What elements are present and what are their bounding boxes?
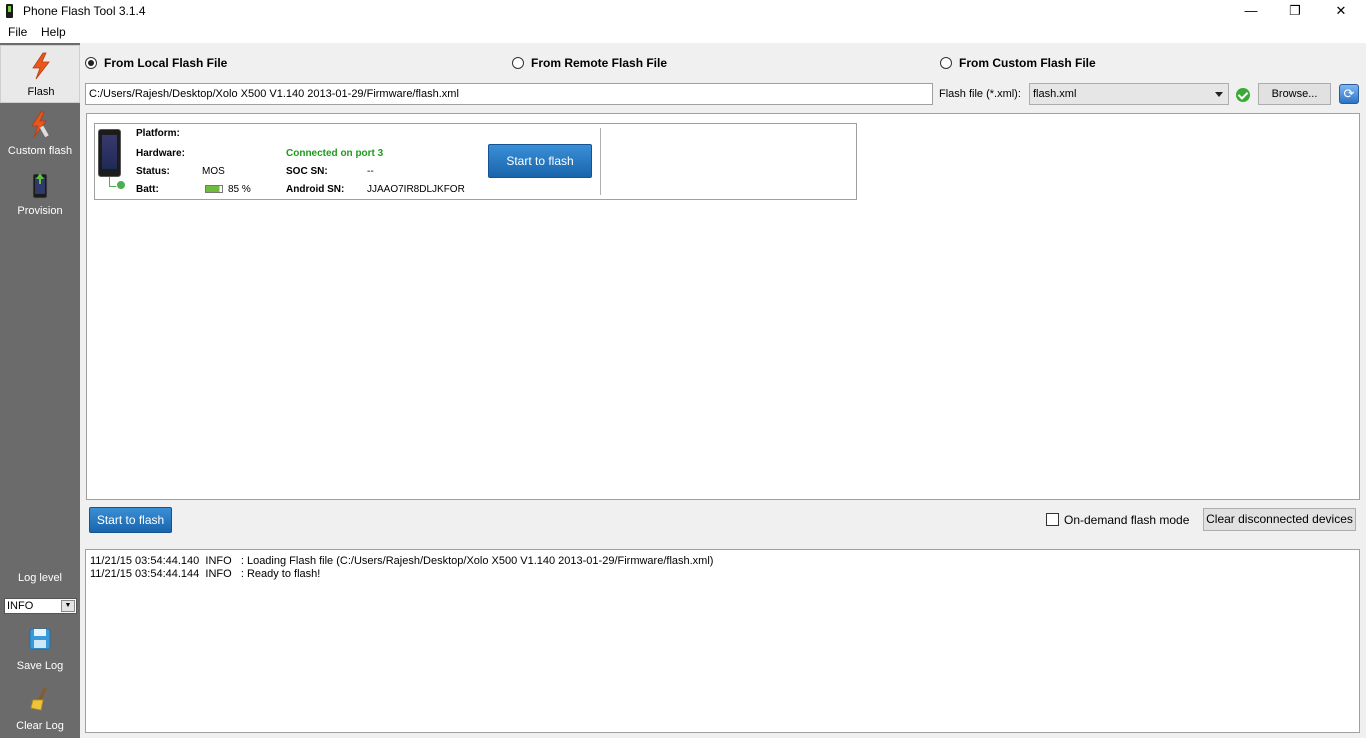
sidebar-item-flash[interactable]: Flash (0, 45, 80, 103)
clear-log-label: Clear Log (16, 720, 64, 732)
android-sn-key: Android SN: (286, 184, 345, 195)
sidebar-item-custom-flash[interactable]: Custom flash (0, 105, 80, 163)
android-sn-value: JJAAO7IR8DLJKFOR (367, 184, 465, 195)
flash-path-input[interactable]: C:/Users/Rajesh/Desktop/Xolo X500 V1.140… (85, 83, 933, 105)
menu-file[interactable]: File (8, 25, 27, 39)
log-line: 11/21/15 03:54:44.144 INFO : Ready to fl… (90, 568, 321, 580)
app-phone-icon (6, 4, 13, 18)
log-level-select[interactable]: INFO ▼ (4, 598, 77, 614)
batt-key: Batt: (136, 184, 159, 195)
radio-button[interactable] (512, 57, 524, 69)
soc-sn-value: -- (367, 166, 374, 177)
log-panel[interactable]: 11/21/15 03:54:44.140 INFO : Loading Fla… (85, 549, 1360, 733)
broom-icon (30, 687, 47, 711)
menu-bar: File Help (0, 22, 1366, 43)
soc-sn-key: SOC SN: (286, 166, 328, 177)
refresh-icon[interactable]: ⟳ (1339, 84, 1359, 104)
status-value: MOS (202, 166, 225, 177)
flash-icon (32, 52, 50, 80)
save-log-label: Save Log (16, 660, 64, 672)
save-log-button[interactable]: Save Log (0, 620, 80, 678)
radio-label: From Remote Flash File (531, 56, 668, 70)
batt-value: 85 % (228, 184, 251, 195)
radio-button[interactable] (940, 57, 952, 69)
on-demand-label: On-demand flash mode (1064, 513, 1190, 527)
chevron-down-icon: ▼ (61, 600, 75, 612)
connected-icon (116, 180, 126, 190)
window-title: Phone Flash Tool 3.1.4 (23, 4, 146, 18)
clear-log-button[interactable]: Clear Log (0, 680, 80, 738)
title-bar: Phone Flash Tool 3.1.4 — ❐ ✕ (0, 0, 1366, 22)
custom-flash-icon (31, 111, 49, 138)
phone-icon (98, 129, 121, 177)
status-key: Status: (136, 166, 170, 177)
log-level-label: Log level (17, 572, 63, 584)
menu-help[interactable]: Help (41, 25, 66, 39)
flash-file-value: flash.xml (1033, 88, 1077, 100)
radio-label: From Local Flash File (104, 56, 228, 70)
devices-panel: Platform: Hardware: Connected on port 3 … (86, 113, 1360, 500)
on-demand-checkbox[interactable] (1046, 513, 1059, 526)
sidebar-item-label: Flash (27, 86, 55, 98)
battery-icon (205, 185, 223, 193)
minimize-button[interactable]: — (1228, 0, 1274, 22)
restore-button[interactable]: ❐ (1272, 0, 1318, 22)
radio-label: From Custom Flash File (959, 56, 1096, 70)
divider (600, 128, 601, 195)
chevron-down-icon (1215, 92, 1223, 97)
sidebar-item-provision[interactable]: Provision (0, 165, 80, 223)
close-button[interactable]: ✕ (1318, 0, 1364, 22)
device-card: Platform: Hardware: Connected on port 3 … (94, 123, 857, 200)
clear-disconnected-button[interactable]: Clear disconnected devices (1203, 508, 1356, 531)
sidebar-item-label: Provision (17, 205, 63, 217)
radio-button[interactable] (85, 57, 97, 69)
browse-button[interactable]: Browse... (1258, 83, 1331, 105)
sidebar-item-label: Custom flash (7, 145, 73, 157)
log-level-value: INFO (7, 600, 34, 612)
hardware-key: Hardware: (136, 148, 185, 159)
platform-key: Platform: (136, 128, 180, 139)
flash-file-label: Flash file (*.xml): (939, 88, 1021, 100)
log-line: 11/21/15 03:54:44.140 INFO : Loading Fla… (90, 555, 714, 567)
flash-file-select[interactable]: flash.xml (1029, 83, 1229, 105)
connection-status: Connected on port 3 (286, 148, 384, 159)
sidebar: Flash Custom flash Provision Log level I… (0, 43, 80, 738)
provision-icon (32, 173, 48, 199)
check-ok-icon (1236, 88, 1250, 102)
device-start-flash-button[interactable]: Start to flash (488, 144, 592, 178)
start-flash-button[interactable]: Start to flash (89, 507, 172, 533)
floppy-disk-icon (29, 628, 51, 650)
